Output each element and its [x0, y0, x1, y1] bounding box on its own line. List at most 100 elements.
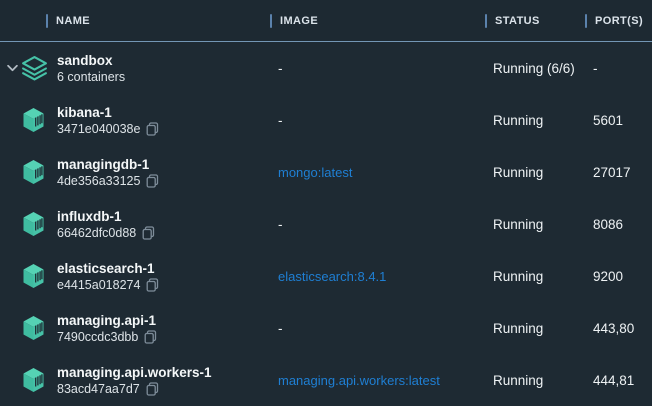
container-id: 7490ccdc3dbb	[57, 330, 157, 344]
row-icon	[21, 263, 46, 289]
container-id: 4de356a33125	[57, 174, 159, 188]
row-icon	[21, 159, 46, 185]
sub-text: e4415a018274	[57, 278, 140, 292]
container-row[interactable]: managing.api-1 7490ccdc3dbb -Running443,8…	[0, 302, 652, 354]
name-text: kibana-1 3471e040038e	[57, 105, 159, 136]
copy-id-button[interactable]	[144, 330, 157, 344]
container-cube-icon	[21, 263, 46, 289]
status-text: Running	[485, 217, 585, 232]
sub-text: 66462dfc0d88	[57, 226, 136, 240]
sub-text: 7490ccdc3dbb	[57, 330, 138, 344]
ports-text: 27017	[585, 165, 652, 180]
image-link[interactable]: mongo:latest	[270, 165, 485, 180]
copy-id-button[interactable]	[146, 174, 159, 188]
image-dash: -	[270, 321, 485, 336]
name-cell: managing.api-1 7490ccdc3dbb	[0, 302, 270, 354]
ports-text: 9200	[585, 269, 652, 284]
status-text: Running	[485, 269, 585, 284]
image-dash: -	[270, 217, 485, 232]
name-text: sandbox 6 containers	[57, 53, 125, 84]
column-header-image-label: IMAGE	[280, 15, 318, 27]
container-cube-icon	[21, 159, 46, 185]
column-header-ports: PORT(S)	[585, 14, 652, 28]
layers-stack-icon	[21, 55, 48, 81]
copy-icon[interactable]	[146, 382, 159, 396]
sub-text: 4de356a33125	[57, 174, 140, 188]
container-row[interactable]: managingdb-1 4de356a33125 mongo:latestRun…	[0, 146, 652, 198]
container-list: NAME IMAGE STATUS PORT(S) sandbox 6 conta…	[0, 0, 652, 405]
name-text: managing.api.workers-1 83acd47aa7d7	[57, 365, 212, 396]
container-name: managing.api.workers-1	[57, 365, 212, 380]
column-header-name-label: NAME	[56, 15, 90, 27]
name-cell: managingdb-1 4de356a33125	[0, 146, 270, 198]
ports-text: 5601	[585, 113, 652, 128]
container-name: sandbox	[57, 53, 125, 68]
image-dash: -	[270, 61, 485, 76]
name-text: influxdb-1 66462dfc0d88	[57, 209, 155, 240]
container-cube-icon	[21, 367, 46, 393]
name-cell: managing.api.workers-1 83acd47aa7d7	[0, 354, 270, 406]
container-cube-icon	[21, 315, 46, 341]
container-name: managing.api-1	[57, 313, 157, 328]
table-body: sandbox6 containers-Running (6/6)- kiban…	[0, 42, 652, 406]
container-name: managingdb-1	[57, 157, 159, 172]
sub-text: 6 containers	[57, 70, 125, 84]
container-name: kibana-1	[57, 105, 159, 120]
compose-group-row[interactable]: sandbox 6 containers -Running (6/6)-	[0, 42, 652, 94]
status-text: Running	[485, 113, 585, 128]
copy-icon[interactable]	[144, 330, 157, 344]
copy-icon[interactable]	[146, 278, 159, 292]
copy-icon[interactable]	[142, 226, 155, 240]
column-header-ports-label: PORT(S)	[595, 15, 643, 27]
copy-id-button[interactable]	[142, 226, 155, 240]
column-header-name: NAME	[0, 14, 270, 28]
name-cell: elasticsearch-1 e4415a018274	[0, 250, 270, 302]
name-text: elasticsearch-1 e4415a018274	[57, 261, 159, 292]
name-text: managing.api-1 7490ccdc3dbb	[57, 313, 157, 344]
copy-icon[interactable]	[146, 122, 159, 136]
status-text: Running	[485, 321, 585, 336]
copy-id-button[interactable]	[146, 122, 159, 136]
status-text: Running (6/6)	[485, 61, 585, 76]
expand-toggle[interactable]	[7, 65, 18, 72]
container-id: e4415a018274	[57, 278, 159, 292]
table-header: NAME IMAGE STATUS PORT(S)	[0, 0, 652, 42]
column-header-status-label: STATUS	[495, 15, 540, 27]
name-cell: sandbox 6 containers	[0, 42, 270, 94]
row-icon	[21, 211, 46, 237]
container-name: elasticsearch-1	[57, 261, 159, 276]
name-text: managingdb-1 4de356a33125	[57, 157, 159, 188]
container-id: 83acd47aa7d7	[57, 382, 212, 396]
copy-icon[interactable]	[146, 174, 159, 188]
row-icon	[21, 367, 46, 393]
image-link[interactable]: managing.api.workers:latest	[270, 373, 485, 388]
column-header-image: IMAGE	[270, 14, 485, 28]
row-icon	[21, 107, 46, 133]
column-divider	[485, 14, 487, 28]
container-count: 6 containers	[57, 70, 125, 84]
sub-text: 83acd47aa7d7	[57, 382, 140, 396]
container-row[interactable]: elasticsearch-1 e4415a018274 elasticsearc…	[0, 250, 652, 302]
status-text: Running	[485, 165, 585, 180]
container-row[interactable]: managing.api.workers-1 83acd47aa7d7 manag…	[0, 354, 652, 406]
column-divider	[585, 14, 587, 28]
ports-text: -	[585, 61, 652, 76]
container-row[interactable]: influxdb-1 66462dfc0d88 -Running8086	[0, 198, 652, 250]
container-name: influxdb-1	[57, 209, 155, 224]
copy-id-button[interactable]	[146, 278, 159, 292]
container-id: 3471e040038e	[57, 122, 159, 136]
container-row[interactable]: kibana-13471e040038e -Running5601	[0, 94, 652, 146]
row-icon	[21, 55, 48, 81]
ports-text: 443,80	[585, 321, 652, 336]
container-cube-icon	[21, 107, 46, 133]
column-divider	[46, 14, 48, 28]
row-icon	[21, 315, 46, 341]
image-link[interactable]: elasticsearch:8.4.1	[270, 269, 485, 284]
column-header-status: STATUS	[485, 14, 585, 28]
container-id: 66462dfc0d88	[57, 226, 155, 240]
copy-id-button[interactable]	[146, 382, 159, 396]
chevron-down-icon[interactable]	[7, 65, 18, 72]
ports-text: 8086	[585, 217, 652, 232]
ports-text: 444,81	[585, 373, 652, 388]
column-divider	[270, 14, 272, 28]
